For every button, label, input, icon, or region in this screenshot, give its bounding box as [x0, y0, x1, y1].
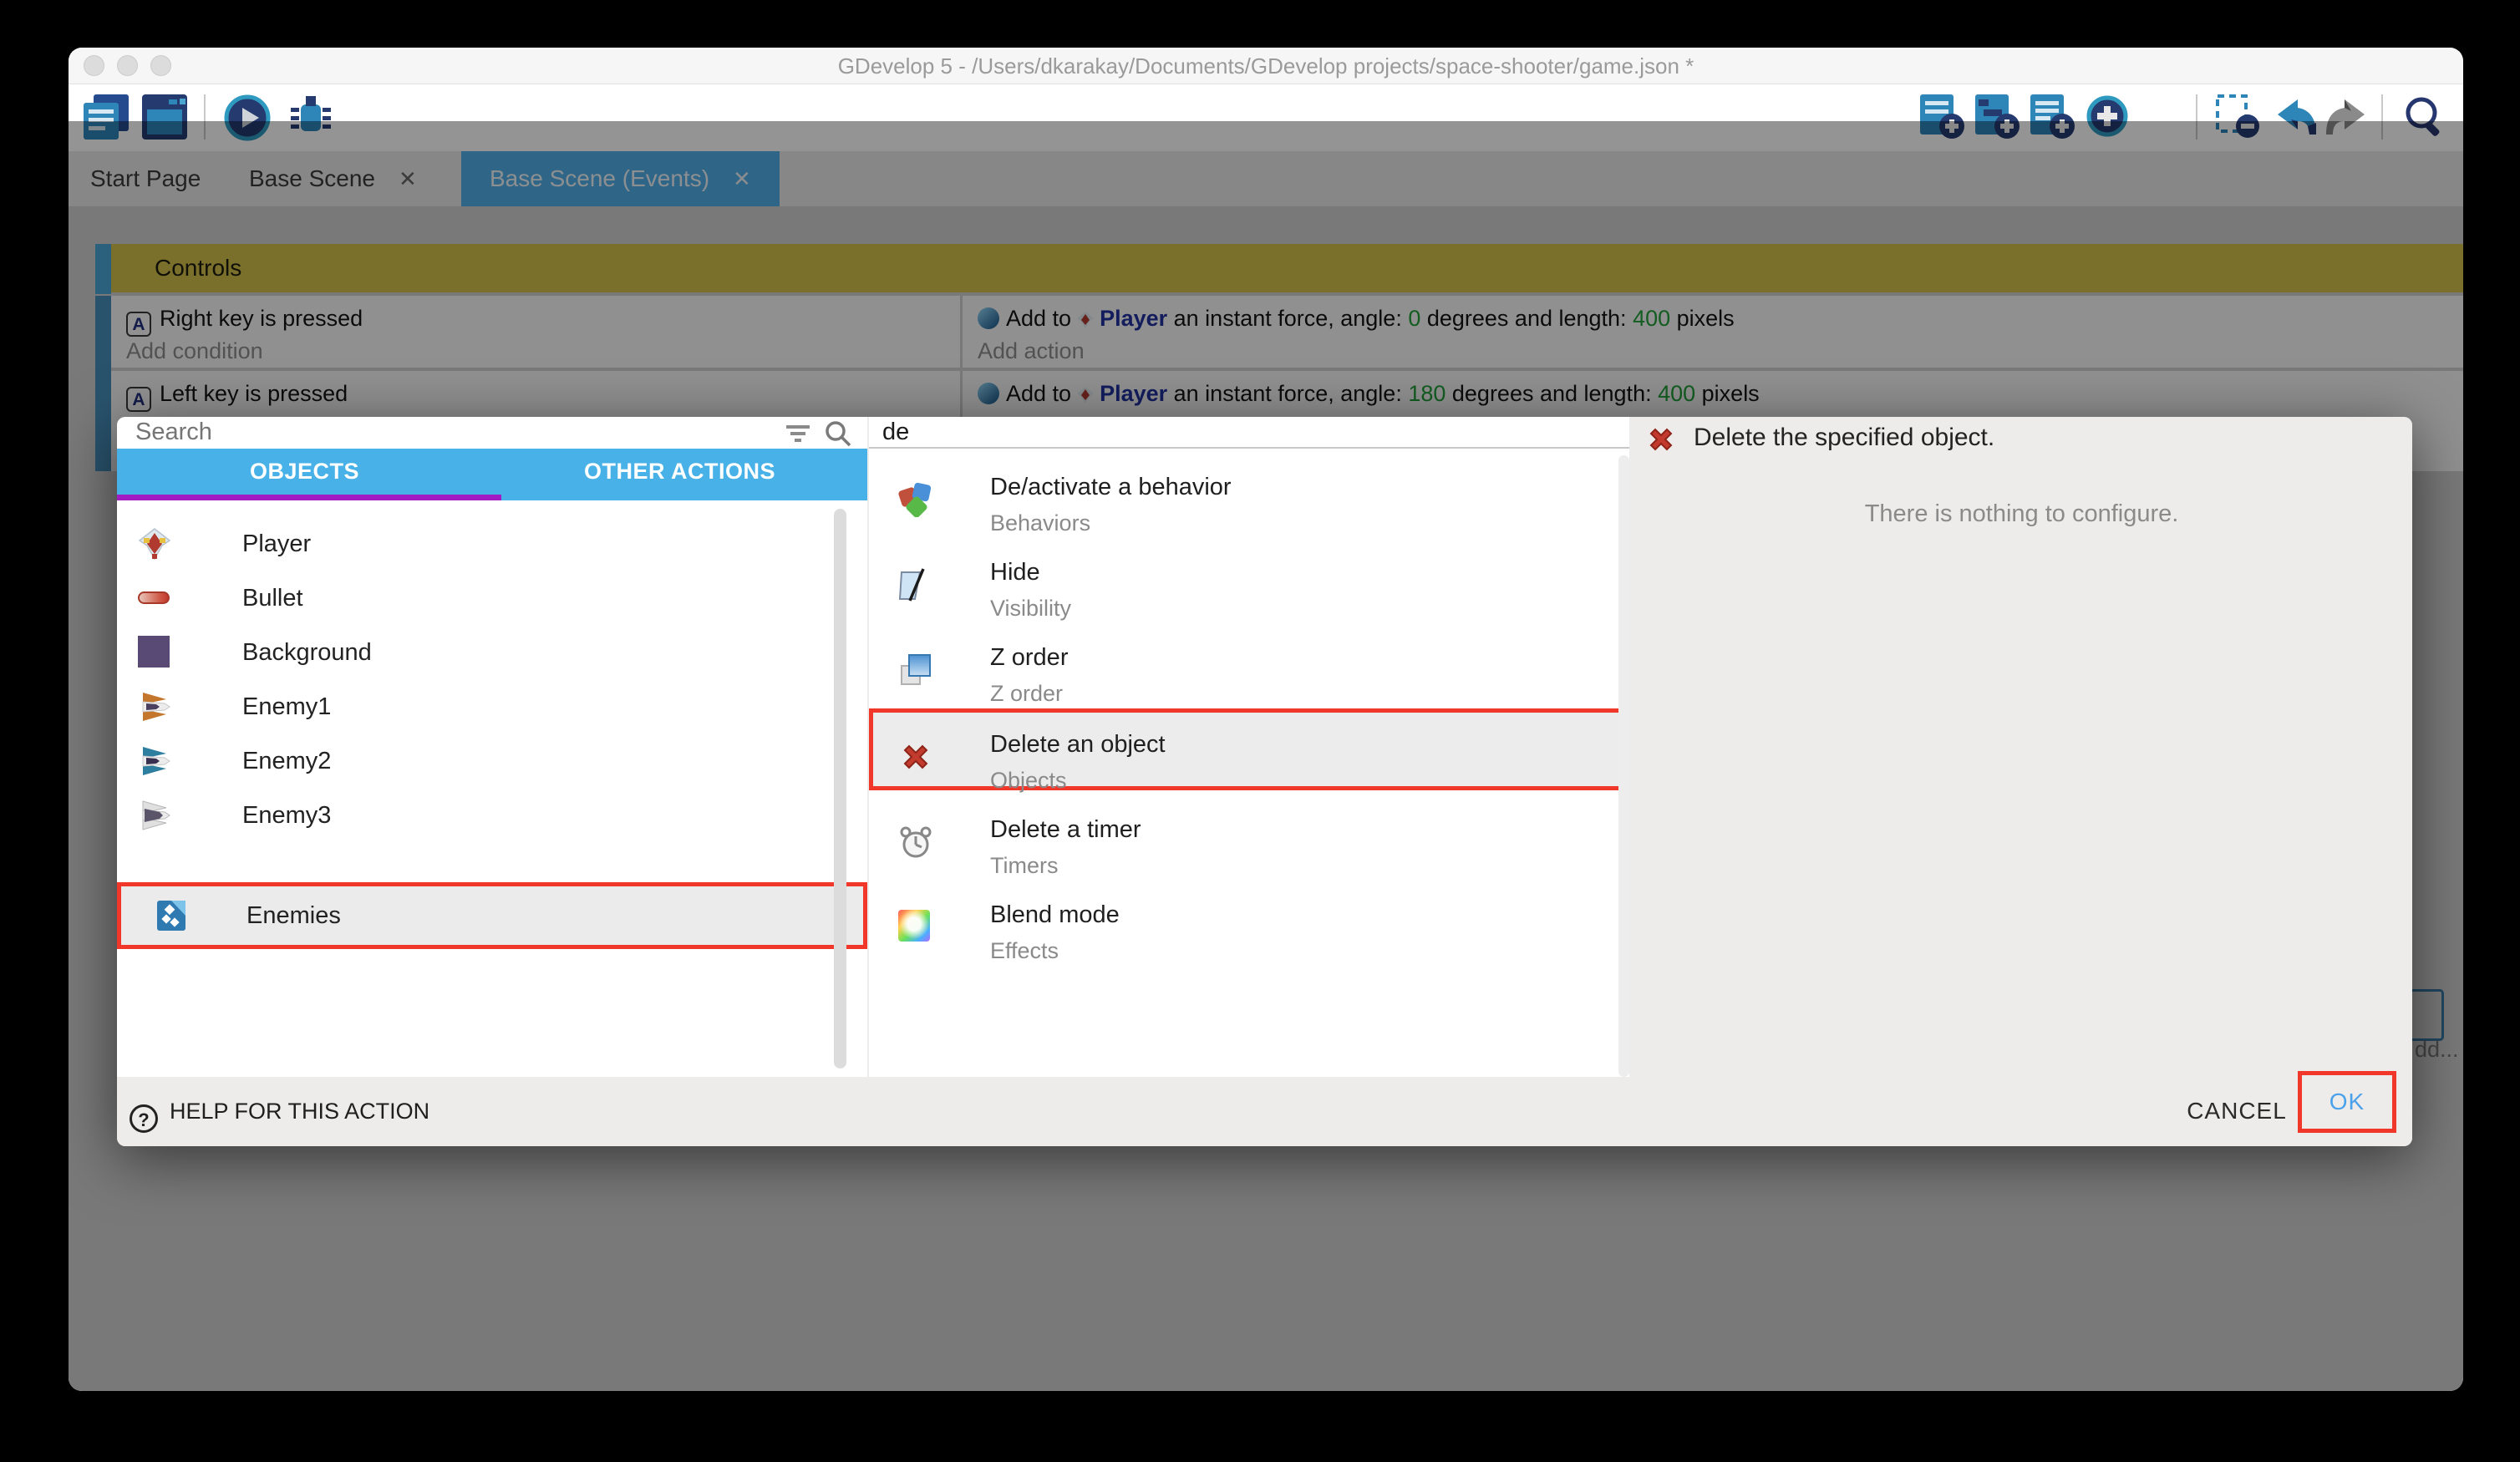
object-group-item-selected[interactable]: Enemies [117, 882, 867, 949]
object-search-field[interactable] [117, 417, 867, 449]
blend-mode-action-icon [898, 910, 933, 945]
behavior-action-icon [898, 482, 933, 517]
action-subtitle: Timers [990, 853, 1059, 879]
object-name: Enemy2 [242, 734, 331, 789]
object-list-item[interactable]: Player [117, 517, 851, 571]
app-content: Start Page Base Scene✕ Base Scene (Event… [69, 84, 2463, 1391]
macos-titlebar: GDevelop 5 - /Users/dkarakay/Documents/G… [69, 48, 2463, 84]
object-name: Player [242, 517, 311, 571]
app-window: GDevelop 5 - /Users/dkarakay/Documents/G… [69, 48, 2463, 1391]
action-list-item[interactable]: De/activate a behavior Behaviors [869, 459, 1617, 542]
window-title: GDevelop 5 - /Users/dkarakay/Documents/G… [69, 48, 2463, 84]
object-list-item[interactable]: Enemy3 [117, 789, 851, 843]
help-icon: ? [130, 1104, 158, 1133]
object-list: Player Bullet Background Enemy1 Enemy2 [117, 500, 867, 1077]
delete-object-action-icon [1645, 424, 1677, 455]
nothing-to-configure-text: There is nothing to configure. [1631, 500, 2412, 528]
action-list-item[interactable]: Z order Z order [869, 629, 1617, 713]
object-name: Background [242, 626, 372, 680]
delete-object-action-icon [898, 739, 933, 774]
object-search-input[interactable] [135, 417, 720, 447]
object-group-icon [155, 899, 188, 932]
action-title: Z order [990, 644, 1068, 672]
action-subtitle: Behaviors [990, 510, 1090, 536]
object-name: Enemy1 [242, 680, 331, 734]
tab-objects[interactable]: OBJECTS [117, 449, 492, 495]
object-list-item[interactable]: Enemy1 [117, 680, 851, 734]
bullet-object-icon [138, 581, 171, 615]
action-list-item[interactable]: Blend mode Effects [869, 886, 1617, 970]
search-icon [824, 420, 854, 447]
enemy1-object-icon [138, 690, 171, 723]
object-list-item[interactable]: Background [117, 626, 851, 680]
action-config-panel: Delete the specified object. There is no… [1631, 417, 2412, 1077]
hide-action-icon [898, 567, 933, 602]
action-subtitle: Z order [990, 681, 1063, 707]
action-title: Delete an object [990, 731, 1166, 759]
object-list-item[interactable]: Bullet [117, 571, 851, 626]
selected-action-description: Delete the specified object. [1694, 424, 1994, 452]
ok-button[interactable]: OK [2298, 1071, 2396, 1133]
actions-scrollbar[interactable] [1618, 455, 1629, 1077]
action-subtitle: Visibility [990, 596, 1071, 622]
delete-timer-action-icon [898, 825, 933, 860]
dialog-footer: ?HELP FOR THIS ACTION CANCEL OK [117, 1077, 2412, 1146]
object-name: Enemy3 [242, 789, 331, 843]
action-search-input[interactable] [882, 417, 1467, 447]
action-title: Blend mode [990, 901, 1120, 929]
action-search-field[interactable]: ✕ [869, 417, 1629, 449]
action-title: De/activate a behavior [990, 474, 1232, 501]
z-order-action-icon [898, 652, 933, 688]
choose-action-dialog: ✕ OBJECTS OTHER ACTIONS Player Bullet [117, 417, 2412, 1146]
action-list-item[interactable]: Hide Visibility [869, 544, 1617, 627]
action-title: Delete a timer [990, 816, 1141, 844]
enemy2-object-icon [138, 744, 171, 778]
active-tab-underline [117, 495, 501, 500]
player-object-icon [138, 527, 171, 561]
action-list-item[interactable]: Delete a timer Timers [869, 801, 1617, 885]
filter-icon[interactable] [785, 422, 810, 444]
picker-tabs: OBJECTS OTHER ACTIONS [117, 449, 867, 500]
action-subtitle: Objects [990, 768, 1067, 794]
object-name: Bullet [242, 571, 303, 626]
objects-scrollbar[interactable] [834, 509, 846, 1069]
object-list-item[interactable]: Enemy2 [117, 734, 851, 789]
object-group-name: Enemies [246, 886, 341, 945]
tab-other-actions[interactable]: OTHER ACTIONS [492, 449, 867, 495]
enemy3-object-icon [138, 799, 171, 832]
help-button[interactable]: ? HELP FOR THIS ACTION [130, 1092, 429, 1130]
action-list: De/activate a behavior Behaviors Hide Vi… [869, 449, 1629, 1077]
action-subtitle: Effects [990, 938, 1059, 964]
background-object-icon [138, 636, 171, 669]
action-list-item-selected[interactable]: Delete an object Objects [869, 716, 1617, 800]
help-label: HELP FOR THIS ACTION [170, 1099, 429, 1124]
cancel-button[interactable]: CANCEL [2153, 1092, 2320, 1130]
action-title: Hide [990, 559, 1040, 586]
